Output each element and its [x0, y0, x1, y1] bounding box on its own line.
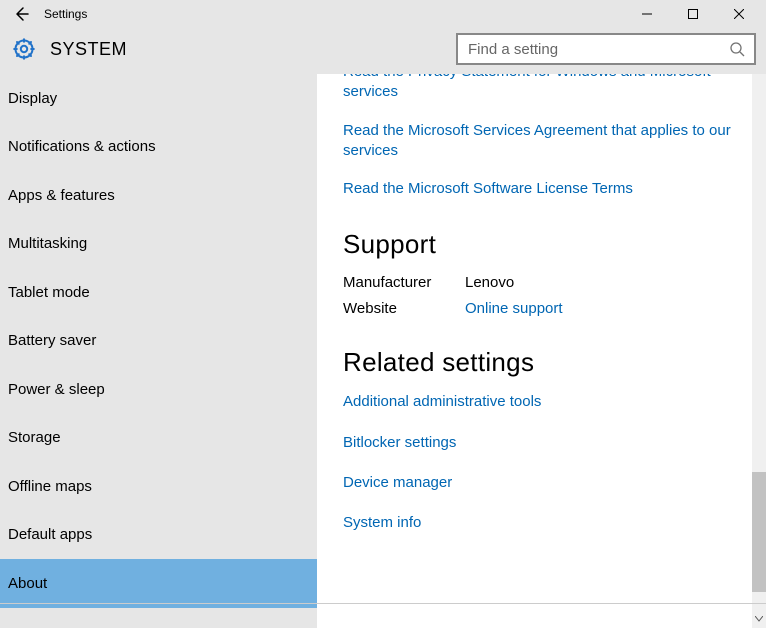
- window-title: Settings: [44, 7, 87, 21]
- sidebar-item-notifications[interactable]: Notifications & actions: [0, 123, 317, 172]
- sidebar-item-offline-maps[interactable]: Offline maps: [0, 462, 317, 511]
- sidebar-item-apps-features[interactable]: Apps & features: [0, 171, 317, 220]
- link-system-info[interactable]: System info: [343, 513, 742, 533]
- manufacturer-label: Manufacturer: [343, 274, 465, 291]
- sidebar-item-label: Offline maps: [8, 478, 92, 495]
- back-button[interactable]: [4, 0, 38, 28]
- back-arrow-icon: [13, 6, 29, 22]
- link-bitlocker-settings[interactable]: Bitlocker settings: [343, 433, 742, 453]
- manufacturer-value: Lenovo: [465, 274, 514, 291]
- sidebar-item-storage[interactable]: Storage: [0, 414, 317, 463]
- sidebar-item-default-apps[interactable]: Default apps: [0, 511, 317, 560]
- related-settings-heading: Related settings: [343, 347, 742, 378]
- minimize-icon: [642, 9, 652, 19]
- support-website-row: Website Online support: [343, 300, 742, 317]
- content-panel: Read the Privacy Statement for Windows a…: [317, 74, 766, 628]
- sidebar-item-about[interactable]: About: [0, 559, 317, 608]
- scrollbar[interactable]: [752, 74, 766, 628]
- search-box[interactable]: [456, 33, 756, 65]
- support-manufacturer-row: Manufacturer Lenovo: [343, 274, 742, 291]
- scrollbar-down-arrow[interactable]: [752, 610, 766, 628]
- sidebar-item-battery-saver[interactable]: Battery saver: [0, 317, 317, 366]
- sidebar-item-label: Display: [8, 90, 57, 107]
- close-icon: [734, 9, 744, 19]
- sidebar-item-label: Apps & features: [8, 187, 115, 204]
- sidebar-item-label: Tablet mode: [8, 284, 90, 301]
- search-icon: [728, 40, 746, 58]
- link-administrative-tools[interactable]: Additional administrative tools: [343, 392, 742, 412]
- sidebar-item-label: Power & sleep: [8, 381, 105, 398]
- sidebar-item-label: Storage: [8, 429, 61, 446]
- sidebar-item-label: Multitasking: [8, 235, 87, 252]
- sidebar-item-power-sleep[interactable]: Power & sleep: [0, 365, 317, 414]
- search-input[interactable]: [468, 41, 728, 58]
- sidebar-item-multitasking[interactable]: Multitasking: [0, 220, 317, 269]
- settings-gear-icon: [10, 35, 38, 63]
- link-online-support[interactable]: Online support: [465, 300, 563, 317]
- sidebar-item-label: About: [8, 575, 47, 592]
- sidebar-item-label: Default apps: [8, 526, 92, 543]
- maximize-button[interactable]: [670, 0, 716, 28]
- chevron-down-icon: [755, 616, 763, 622]
- link-license-terms[interactable]: Read the Microsoft Software License Term…: [343, 179, 742, 199]
- maximize-icon: [688, 9, 698, 19]
- sidebar: Display Notifications & actions Apps & f…: [0, 74, 317, 628]
- link-device-manager[interactable]: Device manager: [343, 473, 742, 493]
- header: SYSTEM: [0, 28, 766, 74]
- sidebar-item-label: Notifications & actions: [8, 138, 156, 155]
- title-bar: Settings: [0, 0, 766, 28]
- minimize-button[interactable]: [624, 0, 670, 28]
- close-button[interactable]: [716, 0, 762, 28]
- scrollbar-thumb[interactable]: [752, 472, 766, 592]
- support-heading: Support: [343, 229, 742, 260]
- link-services-agreement[interactable]: Read the Microsoft Services Agreement th…: [343, 121, 742, 162]
- sidebar-item-display[interactable]: Display: [0, 74, 317, 123]
- sidebar-item-tablet-mode[interactable]: Tablet mode: [0, 268, 317, 317]
- sidebar-item-label: Battery saver: [8, 332, 96, 349]
- bottom-divider: [0, 603, 766, 604]
- section-title: SYSTEM: [50, 39, 127, 60]
- website-label: Website: [343, 300, 465, 317]
- link-privacy-statement[interactable]: Read the Privacy Statement for Windows a…: [343, 74, 742, 103]
